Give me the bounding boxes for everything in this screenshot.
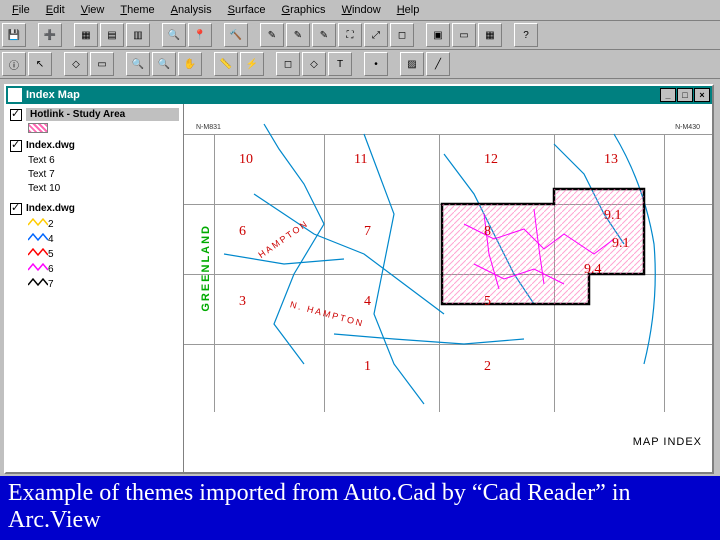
sheet-id: N-M430 [675, 124, 700, 131]
help-icon[interactable]: ? [514, 23, 538, 47]
menu-surface[interactable]: Surface [220, 2, 274, 18]
select-icon[interactable]: ▣ [426, 23, 450, 47]
find-icon[interactable]: 🔍 [162, 23, 186, 47]
legend-label: 6 [48, 263, 54, 277]
draw-point-icon[interactable]: • [364, 52, 388, 76]
add-theme-icon[interactable]: ➕ [38, 23, 62, 47]
theme-index-text[interactable]: Index.dwg Text 6 Text 7 Text 10 [10, 139, 179, 196]
map-index-label: MAP INDEX [633, 436, 702, 448]
legend-label: Text 6 [28, 154, 55, 168]
locate-icon[interactable]: 📍 [188, 23, 212, 47]
legend-label: 7 [48, 278, 54, 292]
hotlink-icon[interactable]: ⚡ [240, 52, 264, 76]
theme-name: Index.dwg [26, 139, 179, 152]
tool-icon[interactable]: ✎ [312, 23, 336, 47]
theme-props-icon[interactable]: ▦ [74, 23, 98, 47]
tool-icon[interactable]: ✎ [286, 23, 310, 47]
theme-name: Index.dwg [26, 202, 179, 215]
greenland-label: GREENLAND [200, 224, 212, 312]
grid-cell-number: 12 [484, 152, 498, 168]
tool-icon[interactable]: ✎ [260, 23, 284, 47]
zig-swatch [28, 232, 48, 247]
grid-cell-number: 9.1 [612, 236, 630, 252]
zoom-full-icon[interactable]: ⛶ [338, 23, 362, 47]
line-icon[interactable]: ╱ [426, 52, 450, 76]
grid-cell-number: 11 [354, 152, 367, 168]
grid-cell-number: 8 [484, 224, 491, 240]
text-tool-icon[interactable]: T [328, 52, 352, 76]
grid-cell-number: 10 [239, 152, 253, 168]
theme-hotlink[interactable]: Hotlink - Study Area [10, 108, 179, 133]
minimize-button[interactable]: _ [660, 88, 676, 102]
theme-name: Hotlink - Study Area [26, 108, 179, 121]
table-icon[interactable]: ▥ [126, 23, 150, 47]
roads-layer [184, 104, 704, 472]
window-title: Index Map [26, 89, 80, 101]
grid-cell-number: 4 [364, 294, 371, 310]
grid-cell-number: 2 [484, 359, 491, 375]
theme-checkbox[interactable] [10, 140, 22, 152]
menu-edit[interactable]: Edit [38, 2, 73, 18]
grid-cell-number: 9.1 [604, 208, 622, 224]
grid-cell-number: 7 [364, 224, 371, 240]
area-icon[interactable]: ▨ [400, 52, 424, 76]
pointer-icon[interactable]: ↖ [28, 52, 52, 76]
identify-icon[interactable]: ⓘ [2, 52, 26, 76]
menu-analysis[interactable]: Analysis [163, 2, 220, 18]
hatch-swatch [28, 123, 48, 133]
legend-label: 5 [48, 248, 54, 262]
grid-cell-number: 9.4 [584, 262, 602, 278]
close-button[interactable]: × [694, 88, 710, 102]
menu-graphics[interactable]: Graphics [274, 2, 334, 18]
zig-swatch [28, 247, 48, 262]
slide-caption: Example of themes imported from Auto.Cad… [0, 476, 720, 540]
legend-label: Text 7 [28, 168, 55, 182]
zoom-out-icon[interactable]: 🔍 [152, 52, 176, 76]
toolbar-row-2: ⓘ ↖ ◇ ▭ 🔍 🔍 ✋ 📏 ⚡ ◻ ◇ T • ▨ ╱ [0, 50, 720, 79]
zig-swatch [28, 262, 48, 277]
view-window: 🗺 Index Map _ □ × Hotlink - Study Area I… [4, 84, 714, 474]
menu-window[interactable]: Window [334, 2, 389, 18]
measure-icon[interactable]: 📏 [214, 52, 238, 76]
grid-cell-number: 6 [239, 224, 246, 240]
grid-cell-number: 1 [364, 359, 371, 375]
menu-view[interactable]: View [73, 2, 113, 18]
zoom-extent-icon[interactable]: ⤢ [364, 23, 388, 47]
label-icon[interactable]: ◻ [276, 52, 300, 76]
zig-swatch [28, 217, 48, 232]
menu-help[interactable]: Help [389, 2, 428, 18]
toolbar-row-1: 💾 ➕ ▦ ▤ ▥ 🔍 📍 🔨 ✎ ✎ ✎ ⛶ ⤢ ◻ ▣ ▭ ▦ ? [0, 21, 720, 50]
theme-checkbox[interactable] [10, 109, 22, 121]
maximize-button[interactable]: □ [677, 88, 693, 102]
zoom-in-icon[interactable]: 🔍 [126, 52, 150, 76]
legend-label: Text 10 [28, 182, 60, 196]
titlebar: 🗺 Index Map _ □ × [6, 86, 712, 104]
map-view[interactable]: GREENLAND HAMPTON N. HAMPTON MAP INDEX 1… [184, 104, 712, 472]
zoom-selected-icon[interactable]: ◻ [390, 23, 414, 47]
text-icon[interactable]: ◇ [302, 52, 326, 76]
grid-cell-number: 3 [239, 294, 246, 310]
theme-checkbox[interactable] [10, 203, 22, 215]
grid-cell-number: 5 [484, 294, 491, 310]
zig-swatch [28, 277, 48, 292]
menu-file[interactable]: File [4, 2, 38, 18]
table-of-contents: Hotlink - Study Area Index.dwg Text 6 Te… [6, 104, 184, 472]
menu-bar: File Edit View Theme Analysis Surface Gr… [0, 0, 720, 21]
pan-icon[interactable]: ✋ [178, 52, 202, 76]
legend-label: 2 [48, 218, 54, 232]
legend-editor-icon[interactable]: ▤ [100, 23, 124, 47]
vertex-edit-icon[interactable]: ◇ [64, 52, 88, 76]
legend-label: 4 [48, 233, 54, 247]
query-builder-icon[interactable]: 🔨 [224, 23, 248, 47]
menu-theme[interactable]: Theme [112, 2, 162, 18]
select-feature-icon[interactable]: ▭ [90, 52, 114, 76]
theme-index-lines[interactable]: Index.dwg 2 4 5 6 7 [10, 202, 179, 292]
window-icon: 🗺 [8, 88, 22, 102]
layout-icon[interactable]: ▭ [452, 23, 476, 47]
sheet-id: N-M831 [196, 124, 221, 131]
save-icon[interactable]: 💾 [2, 23, 26, 47]
chart-icon[interactable]: ▦ [478, 23, 502, 47]
grid-cell-number: 13 [604, 152, 618, 168]
